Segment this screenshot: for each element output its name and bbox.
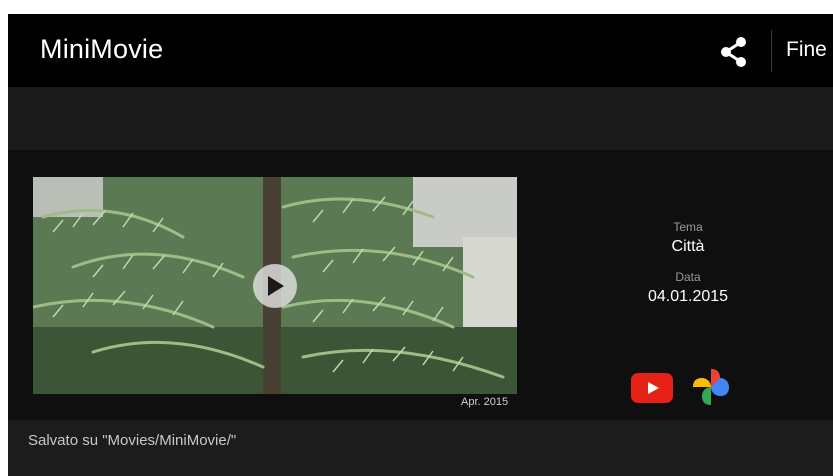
- google-photos-icon: [693, 369, 729, 405]
- theme-label: Tema: [673, 220, 703, 234]
- play-button[interactable]: [253, 264, 297, 308]
- date-label: Data: [675, 270, 701, 284]
- theme-value: Città: [671, 238, 705, 255]
- app-title: MiniMovie: [40, 34, 164, 64]
- app-screen: MiniMovie Fine Apr. 2015 Tema Città Data…: [8, 14, 833, 476]
- play-icon: [268, 276, 284, 296]
- share-icon: [721, 37, 746, 67]
- secondary-toolbar-strip: [8, 87, 833, 150]
- save-location-bar: Salvato su "Movies/MiniMovie/": [8, 420, 833, 476]
- app-bar: MiniMovie Fine: [8, 14, 833, 87]
- movie-detail-panel: Apr. 2015 Tema Città Data 04.01.2015: [8, 150, 833, 420]
- video-date-caption: Apr. 2015: [461, 396, 509, 408]
- saved-location-text: Salvato su "Movies/MiniMovie/": [28, 432, 237, 449]
- youtube-share-button[interactable]: [631, 373, 673, 403]
- done-button[interactable]: Fine: [786, 38, 827, 62]
- toolbar-divider: [771, 30, 772, 72]
- youtube-icon: [631, 373, 673, 403]
- date-value: 04.01.2015: [647, 288, 729, 305]
- google-photos-share-button[interactable]: [690, 366, 732, 408]
- movie-info: Tema Città Data 04.01.2015: [568, 220, 808, 306]
- video-thumbnail[interactable]: [33, 177, 517, 394]
- share-button[interactable]: [714, 34, 754, 70]
